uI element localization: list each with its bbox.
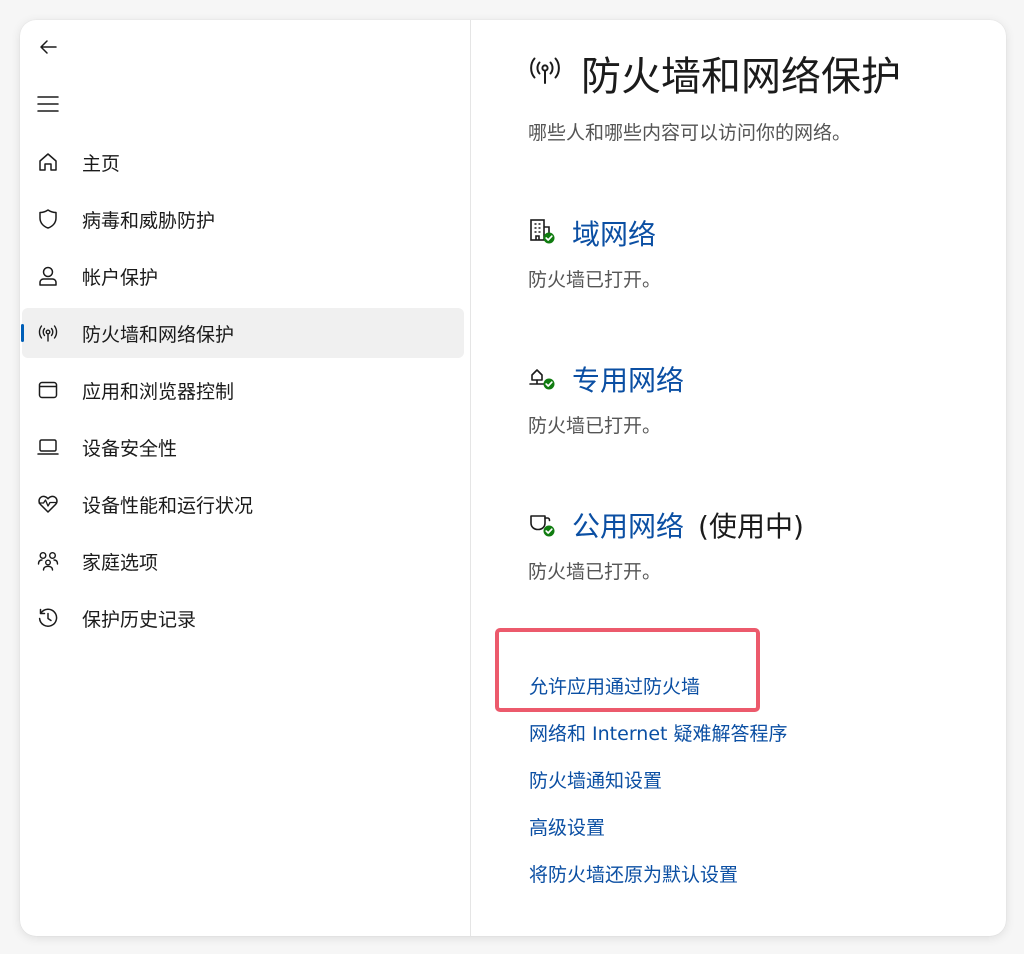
sidebar-item-virus-protection[interactable]: 病毒和威胁防护 <box>22 194 464 244</box>
sidebar-item-label: 帐户保护 <box>82 266 159 289</box>
page-subtitle: 哪些人和哪些内容可以访问你的网络。 <box>528 122 852 144</box>
restore-firewall-defaults-link[interactable]: 将防火墙还原为默认设置 <box>529 860 738 887</box>
sidebar-item-label: 设备性能和运行状况 <box>82 494 254 517</box>
history-icon <box>38 608 58 627</box>
sidebar-item-label: 应用和浏览器控制 <box>82 380 235 403</box>
sidebar-item-label: 病毒和威胁防护 <box>82 209 216 232</box>
domain-network-icon <box>530 219 555 244</box>
laptop-icon <box>37 439 59 455</box>
public-network-icon <box>530 515 555 537</box>
sidebar: 主页 病毒和威胁防护 帐户保护 防火墙和网络保护 应用和浏览器控制 设备安全性 … <box>20 20 471 936</box>
network-status: 防火墙已打开。 <box>528 269 662 291</box>
network-status: 防火墙已打开。 <box>528 561 662 583</box>
domain-network-link[interactable]: 域网络 <box>572 213 656 253</box>
page-title: 防火墙和网络保护 <box>581 54 901 100</box>
selection-indicator <box>21 324 24 342</box>
network-name: 公用网络 <box>572 510 685 543</box>
menu-button[interactable] <box>28 84 68 124</box>
sidebar-item-family-options[interactable]: 家庭选项 <box>22 536 464 586</box>
sidebar-item-label: 设备安全性 <box>82 437 178 460</box>
back-button[interactable] <box>28 27 68 67</box>
sidebar-item-label: 保护历史记录 <box>82 608 197 631</box>
sidebar-item-protection-history[interactable]: 保护历史记录 <box>22 593 464 643</box>
main-content: 防火墙和网络保护 哪些人和哪些内容可以访问你的网络。 域网络 防火墙已打开。 专… <box>471 20 1006 936</box>
sidebar-item-account-protection[interactable]: 帐户保护 <box>22 251 464 301</box>
sidebar-item-home[interactable]: 主页 <box>22 137 464 187</box>
person-icon <box>39 266 57 286</box>
home-icon <box>39 153 57 171</box>
hamburger-menu-icon <box>37 96 59 112</box>
sidebar-item-label: 家庭选项 <box>82 551 159 574</box>
family-icon <box>37 552 59 571</box>
firewall-notification-settings-link[interactable]: 防火墙通知设置 <box>529 766 662 793</box>
highlight-annotation <box>495 628 760 712</box>
private-network-link[interactable]: 专用网络 <box>572 359 684 399</box>
wireless-antenna-icon <box>530 57 560 84</box>
network-in-use-label: (使用中) <box>698 510 804 543</box>
back-arrow-icon <box>40 40 57 54</box>
sidebar-item-label: 主页 <box>82 152 121 175</box>
public-network-link[interactable]: 公用网络 (使用中) <box>572 505 804 545</box>
network-name: 专用网络 <box>572 364 685 397</box>
network-name: 域网络 <box>572 218 657 251</box>
app-window-icon <box>38 381 58 399</box>
network-troubleshooter-link[interactable]: 网络和 Internet 疑难解答程序 <box>529 719 788 746</box>
sidebar-item-device-performance[interactable]: 设备性能和运行状况 <box>22 479 464 529</box>
sidebar-item-device-security[interactable]: 设备安全性 <box>22 422 464 472</box>
sidebar-item-label: 防火墙和网络保护 <box>82 323 235 346</box>
sidebar-item-firewall[interactable]: 防火墙和网络保护 <box>21 308 464 358</box>
network-status: 防火墙已打开。 <box>528 415 662 437</box>
sidebar-item-app-browser-control[interactable]: 应用和浏览器控制 <box>22 365 464 415</box>
allow-app-through-firewall-link[interactable]: 允许应用通过防火墙 <box>529 672 700 699</box>
security-window: 主页 病毒和威胁防护 帐户保护 防火墙和网络保护 应用和浏览器控制 设备安全性 … <box>20 20 1006 936</box>
heart-pulse-icon <box>38 495 58 513</box>
shield-icon <box>39 209 57 229</box>
advanced-settings-link[interactable]: 高级设置 <box>529 813 605 840</box>
private-network-icon <box>529 369 555 390</box>
wireless-antenna-icon <box>38 325 58 342</box>
